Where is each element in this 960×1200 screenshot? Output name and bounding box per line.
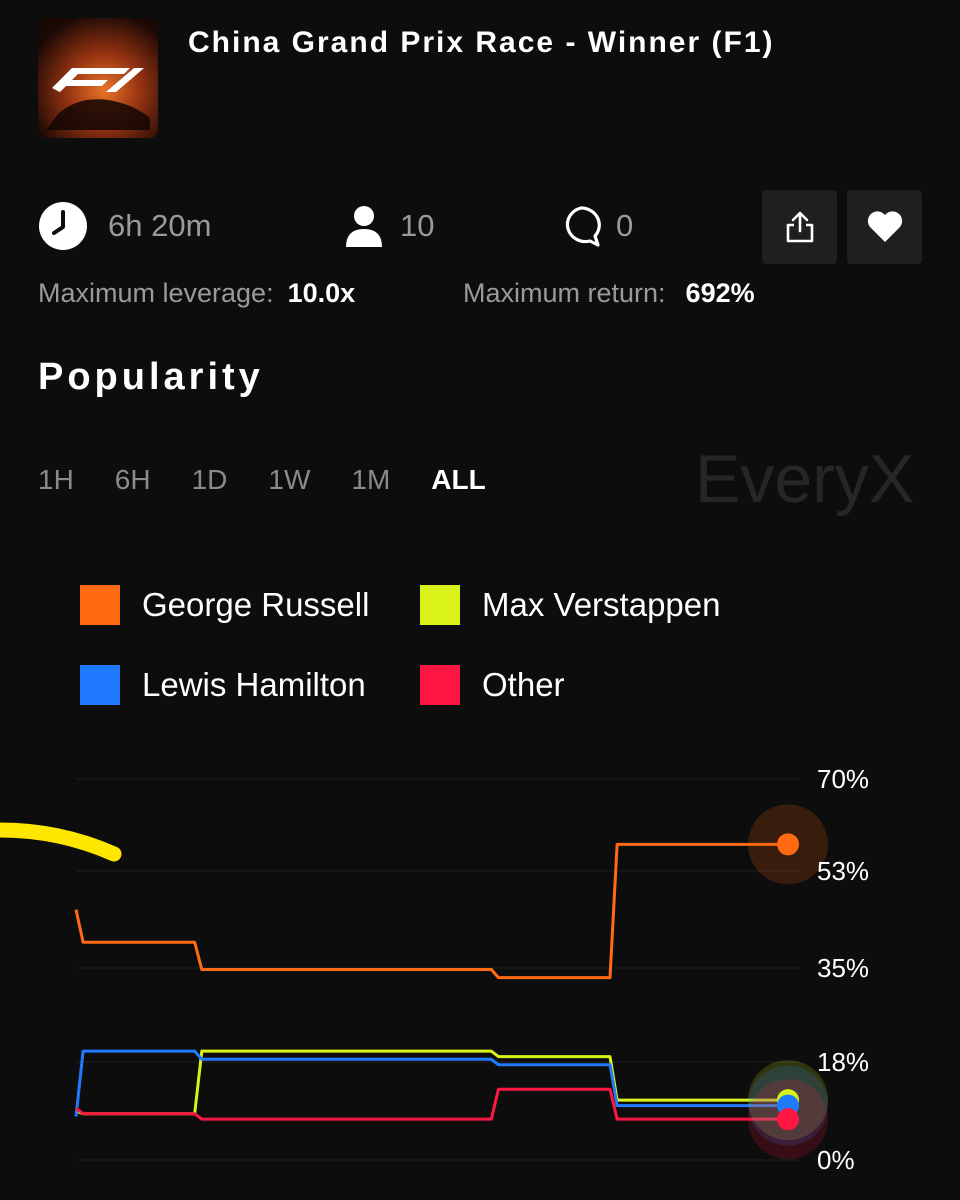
- time-remaining: 6h 20m: [38, 202, 212, 250]
- range-1d[interactable]: 1D: [192, 464, 228, 496]
- market-thumbnail: [38, 18, 158, 138]
- clock-icon: [39, 202, 87, 250]
- favorite-button[interactable]: [847, 190, 922, 264]
- chart-endpoints: [748, 804, 828, 1160]
- time-remaining-value: 6h 20m: [108, 208, 212, 243]
- range-1h[interactable]: 1H: [38, 464, 74, 496]
- max-return: Maximum return: 692%: [463, 278, 755, 309]
- watermark: EveryX: [695, 441, 915, 517]
- heart-icon: [867, 211, 902, 242]
- y-tick-label: 0%: [817, 1145, 855, 1175]
- legend-max-verstappen: Max Verstappen: [420, 584, 720, 626]
- participants: 10: [344, 203, 434, 249]
- legend-label: Max Verstappen: [482, 586, 721, 623]
- range-all[interactable]: ALL: [431, 464, 485, 496]
- legend-swatch: [420, 585, 460, 625]
- comments-count: 0: [616, 208, 634, 243]
- legend-label: Other: [482, 666, 565, 703]
- range-1m[interactable]: 1M: [351, 464, 390, 496]
- share-button[interactable]: [762, 190, 837, 264]
- endpoint-dot-george-russell: [777, 833, 799, 856]
- max-return-value: 692%: [685, 278, 755, 308]
- participants-count: 10: [400, 208, 435, 243]
- legend-label: Lewis Hamilton: [142, 666, 366, 703]
- share-icon: [786, 211, 813, 243]
- legend-george-russell: George Russell: [80, 584, 369, 626]
- y-tick-label: 18%: [817, 1047, 869, 1077]
- time-range-selector: 1H 6H 1D 1W 1M ALL: [38, 464, 527, 496]
- max-leverage-label: Maximum leverage:: [38, 278, 274, 308]
- user-icon: [346, 206, 382, 247]
- chart-series: [74, 842, 788, 1121]
- y-tick-label: 70%: [817, 764, 869, 794]
- annotation-highlight-stroke: [0, 822, 122, 862]
- legend-swatch: [420, 665, 460, 705]
- legend-label: George Russell: [142, 586, 370, 623]
- f1-logo-image: [38, 18, 158, 138]
- max-leverage: Maximum leverage: 10.0x: [38, 278, 355, 309]
- endpoint-dot-other: [777, 1108, 799, 1131]
- range-1w[interactable]: 1W: [268, 464, 310, 496]
- series-line-george-russell: [74, 842, 788, 980]
- y-tick-label: 53%: [817, 856, 869, 886]
- y-tick-label: 35%: [817, 953, 869, 983]
- max-leverage-value: 10.0x: [287, 278, 356, 308]
- series-line-lewis-hamilton: [74, 1049, 788, 1117]
- range-6h[interactable]: 6H: [115, 464, 151, 496]
- legend-swatch: [80, 665, 120, 705]
- legend-swatch: [80, 585, 120, 625]
- legend-lewis-hamilton: Lewis Hamilton: [80, 664, 366, 706]
- comments[interactable]: 0: [560, 203, 633, 249]
- max-return-label: Maximum return:: [463, 278, 666, 308]
- popularity-heading: Popularity: [38, 356, 264, 398]
- comment-icon: [565, 206, 601, 247]
- popularity-chart[interactable]: 70% 53% 35% 18% 0%: [0, 740, 960, 1200]
- legend-other: Other: [420, 664, 565, 706]
- market-title: China Grand Prix Race - Winner (F1): [188, 26, 775, 59]
